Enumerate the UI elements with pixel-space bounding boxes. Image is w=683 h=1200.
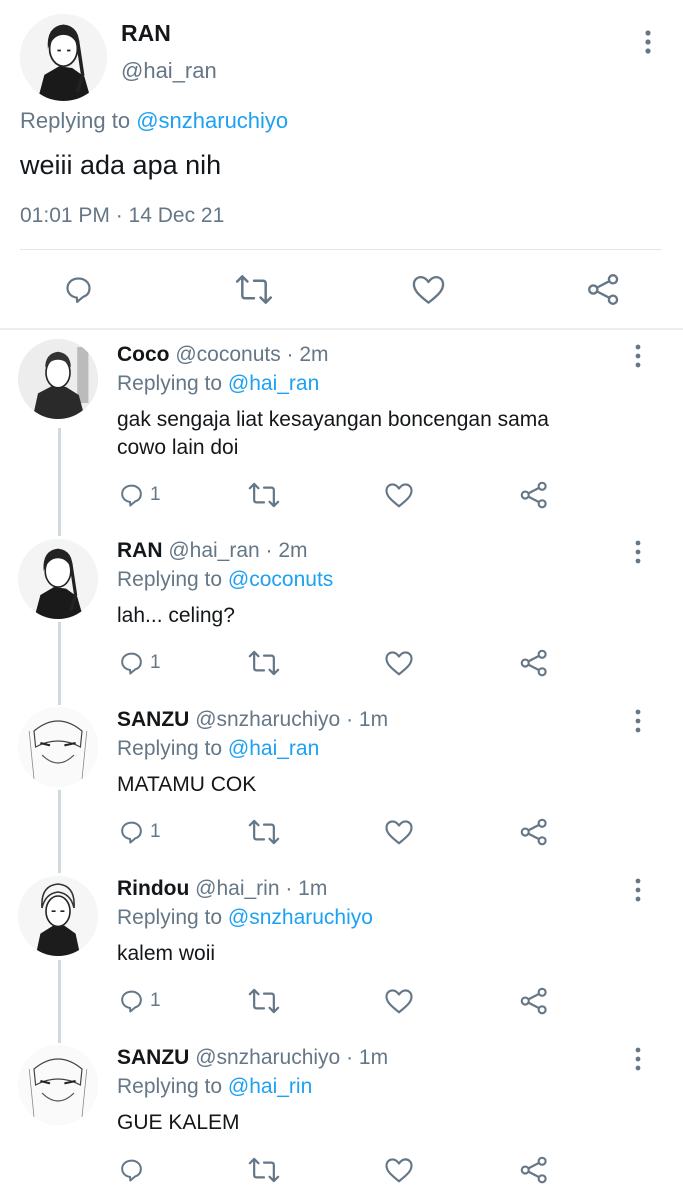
avatar[interactable]: [18, 707, 98, 787]
reply-count: 1: [150, 821, 161, 842]
avatar[interactable]: [18, 539, 98, 619]
author-name[interactable]: RAN: [121, 20, 171, 47]
reply-icon[interactable]: [117, 1156, 146, 1184]
retweet-icon[interactable]: [248, 987, 280, 1015]
share-icon[interactable]: [519, 649, 549, 677]
tweet-text-line: gak sengaja liat kesayangan boncengan sa…: [117, 408, 549, 431]
thread-line: [58, 960, 61, 1043]
reply-icon[interactable]: [117, 818, 146, 846]
retweet-icon[interactable]: [235, 273, 273, 306]
tweet-text-line: lah... celing?: [117, 604, 235, 627]
tweet-text-line: GUE KALEM: [117, 1111, 240, 1134]
replying-to-line: Replying to @snzharuchiyo: [117, 906, 373, 930]
replying-to-label: Replying to: [117, 1075, 223, 1098]
share-icon[interactable]: [519, 1156, 549, 1184]
divider: [20, 249, 662, 250]
author-name[interactable]: SANZU: [117, 1046, 189, 1069]
like-icon[interactable]: [384, 987, 414, 1015]
author-name[interactable]: Rindou: [117, 877, 189, 900]
avatar[interactable]: [20, 14, 107, 101]
reply-header: Coco @coconuts · 2m: [117, 343, 329, 367]
section-divider: [0, 328, 683, 330]
avatar[interactable]: [18, 876, 98, 956]
retweet-icon[interactable]: [248, 1156, 280, 1184]
replying-to-line: Replying to @hai_ran: [117, 372, 319, 396]
tweet-text-line: kalem woii: [117, 942, 216, 965]
like-icon[interactable]: [384, 481, 414, 509]
tweet-text-line: cowo lain doi: [117, 436, 239, 459]
reply-count: 1: [150, 652, 161, 673]
share-icon[interactable]: [519, 481, 549, 509]
author-meta[interactable]: @snzharuchiyo · 1m: [195, 708, 388, 731]
replying-to-label: Replying to: [117, 568, 223, 591]
replying-to-line: Replying to @hai_rin: [117, 1075, 312, 1099]
author-name[interactable]: RAN: [117, 539, 163, 562]
author-name[interactable]: SANZU: [117, 708, 189, 731]
reply-header: Rindou @hai_rin · 1m: [117, 877, 327, 901]
replying-to-label: Replying to: [117, 906, 223, 929]
timestamp[interactable]: 01:01 PM · 14 Dec 21: [20, 204, 224, 228]
retweet-icon[interactable]: [248, 649, 280, 677]
tweet-text: weiii ada apa nih: [20, 150, 222, 180]
reply-icon[interactable]: [117, 481, 146, 509]
author-name[interactable]: Coco: [117, 343, 170, 366]
reply-header: SANZU @snzharuchiyo · 1m: [117, 1046, 388, 1070]
tweet-text-line: MATAMU COK: [117, 773, 257, 796]
more-icon[interactable]: [628, 538, 648, 566]
replying-to-link[interactable]: @hai_ran: [228, 737, 319, 760]
more-icon[interactable]: [628, 707, 648, 735]
share-icon[interactable]: [519, 818, 549, 846]
avatar[interactable]: [18, 1045, 98, 1125]
avatar[interactable]: [18, 339, 98, 419]
reply-icon[interactable]: [117, 649, 146, 677]
like-icon[interactable]: [384, 649, 414, 677]
replying-to-line: Replying to @hai_ran: [117, 737, 319, 761]
thread-line: [58, 790, 61, 873]
thread-line: [58, 428, 61, 536]
replying-to-label: Replying to: [117, 372, 223, 395]
replying-to-line: Replying to @coconuts: [117, 568, 333, 592]
retweet-icon[interactable]: [248, 818, 280, 846]
author-meta[interactable]: @coconuts · 2m: [175, 343, 328, 366]
more-icon[interactable]: [628, 342, 648, 370]
reply-count: 1: [150, 990, 161, 1011]
more-icon[interactable]: [638, 28, 658, 56]
like-icon[interactable]: [384, 818, 414, 846]
share-icon[interactable]: [519, 987, 549, 1015]
like-icon[interactable]: [411, 273, 446, 306]
replying-to-link[interactable]: @hai_rin: [228, 1075, 312, 1098]
share-icon[interactable]: [586, 273, 621, 306]
replying-to-link[interactable]: @coconuts: [228, 568, 333, 591]
replying-to-link[interactable]: @snzharuchiyo: [228, 906, 373, 929]
replying-to-line: Replying to @snzharuchiyo: [20, 108, 288, 134]
replying-to-label: Replying to: [117, 737, 223, 760]
author-meta[interactable]: @hai_ran · 2m: [168, 539, 307, 562]
like-icon[interactable]: [384, 1156, 414, 1184]
reply-header: SANZU @snzharuchiyo · 1m: [117, 708, 388, 732]
thread-line: [58, 622, 61, 705]
retweet-icon[interactable]: [248, 481, 280, 509]
replying-to-link[interactable]: @snzharuchiyo: [136, 108, 288, 133]
author-meta[interactable]: @snzharuchiyo · 1m: [195, 1046, 388, 1069]
more-icon[interactable]: [628, 1045, 648, 1073]
replying-to-link[interactable]: @hai_ran: [228, 372, 319, 395]
reply-count: 1: [150, 484, 161, 505]
reply-icon[interactable]: [117, 987, 146, 1015]
replying-to-label: Replying to: [20, 108, 131, 133]
more-icon[interactable]: [628, 876, 648, 904]
author-meta[interactable]: @hai_rin · 1m: [195, 877, 327, 900]
reply-header: RAN @hai_ran · 2m: [117, 539, 308, 563]
reply-icon[interactable]: [62, 273, 95, 306]
author-handle[interactable]: @hai_ran: [121, 58, 217, 84]
